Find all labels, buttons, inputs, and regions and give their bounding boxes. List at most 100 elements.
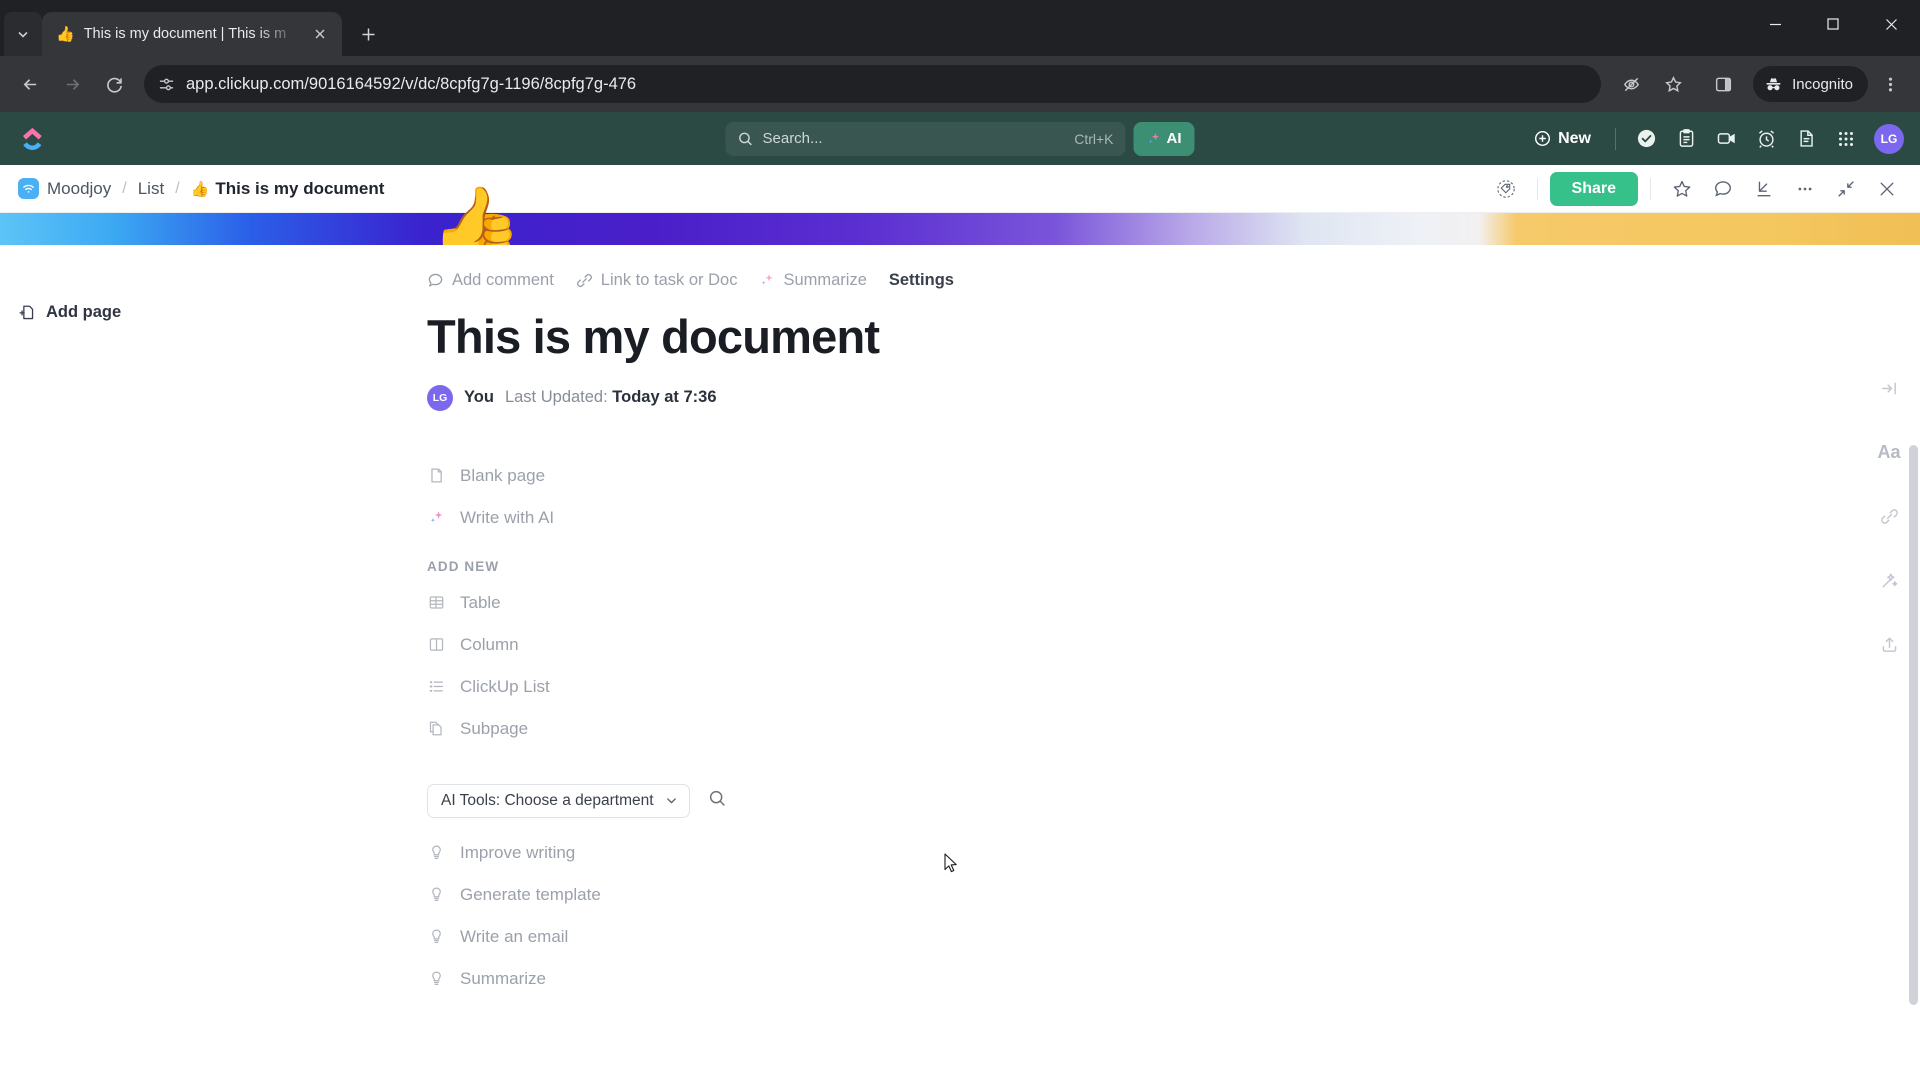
window-close-button[interactable] — [1862, 0, 1920, 48]
breadcrumb-separator: / — [175, 179, 180, 197]
lightbulb-icon — [427, 970, 446, 987]
eye-off-icon[interactable] — [1611, 64, 1651, 104]
ai-tools-search-icon[interactable] — [708, 789, 727, 813]
forward-button[interactable] — [52, 64, 92, 104]
app-header: Search... Ctrl+K AI New LG — [0, 112, 1920, 165]
ai-tool-label: Summarize — [460, 968, 546, 988]
search-placeholder: Search... — [762, 130, 823, 147]
share-export-icon[interactable] — [1872, 627, 1906, 661]
share-button[interactable]: Share — [1549, 171, 1638, 206]
doc-author-name: You — [464, 388, 494, 407]
new-button-label: New — [1558, 129, 1591, 147]
incognito-hat-icon — [1764, 75, 1783, 94]
new-button[interactable]: New — [1522, 122, 1603, 156]
breadcrumb-divider — [1650, 177, 1651, 200]
download-arrow-icon[interactable] — [1745, 170, 1783, 208]
breadcrumb-current-doc[interactable]: 👍 This is my document — [191, 179, 385, 199]
window-maximize-button[interactable] — [1804, 0, 1862, 48]
browser-menu-icon[interactable] — [1870, 64, 1910, 104]
document-icon[interactable] — [1788, 121, 1824, 157]
doc-cover-banner[interactable]: 👍 — [0, 188, 1920, 262]
add-table-label: Table — [460, 592, 501, 612]
breadcrumb-item-space[interactable]: Moodjoy — [47, 179, 111, 199]
back-button[interactable] — [10, 64, 50, 104]
video-camera-icon[interactable] — [1708, 121, 1744, 157]
ai-tool-write-an-email[interactable]: Write an email — [427, 916, 1920, 958]
side-panel-icon[interactable] — [1703, 64, 1743, 104]
tag-icon[interactable] — [1487, 170, 1525, 208]
tab-search-chevron-icon[interactable] — [4, 12, 42, 56]
bookmark-star-icon[interactable] — [1653, 64, 1693, 104]
breadcrumb-actions: Share — [1487, 170, 1906, 208]
page-icon — [427, 467, 446, 484]
ai-button[interactable]: AI — [1133, 121, 1195, 156]
reload-button[interactable] — [94, 64, 134, 104]
add-column-option[interactable]: Column — [427, 624, 1920, 666]
site-info-icon[interactable] — [158, 76, 175, 93]
doc-meta-row: LG You Last Updated: Today at 7:36 — [427, 384, 1920, 411]
comment-icon[interactable] — [1704, 170, 1742, 208]
blank-page-label: Blank page — [460, 465, 546, 485]
window-minimize-button[interactable] — [1746, 0, 1804, 48]
clipboard-icon[interactable] — [1668, 121, 1704, 157]
browser-tab-strip: 👍 This is my document | This is m — [0, 0, 1920, 56]
star-icon[interactable] — [1663, 170, 1701, 208]
add-comment-label: Add comment — [452, 270, 554, 289]
link-to-task-action[interactable]: Link to task or Doc — [576, 271, 737, 290]
ai-tools-department-select[interactable]: AI Tools: Choose a department — [427, 783, 690, 818]
search-input[interactable]: Search... Ctrl+K — [725, 121, 1126, 156]
close-x-icon[interactable] — [1868, 170, 1906, 208]
clickup-logo-icon[interactable] — [16, 122, 50, 156]
add-table-option[interactable]: Table — [427, 582, 1920, 624]
breadcrumb: Moodjoy / List / 👍 This is my document — [18, 178, 384, 199]
add-subpage-label: Subpage — [460, 718, 529, 738]
doc-author-avatar[interactable]: LG — [427, 384, 453, 411]
list-icon — [427, 678, 446, 695]
add-subpage-option[interactable]: Subpage — [427, 708, 1920, 750]
scrollbar-thumb[interactable] — [1909, 445, 1918, 1005]
doc-title[interactable]: This is my document — [427, 311, 1920, 363]
apps-grid-icon[interactable] — [1828, 121, 1864, 157]
ai-tool-label: Write an email — [460, 926, 569, 946]
link-icon — [576, 272, 593, 289]
blank-page-option[interactable]: Blank page — [427, 455, 1920, 497]
magic-wand-icon[interactable] — [1872, 563, 1906, 597]
ellipsis-icon[interactable] — [1786, 170, 1824, 208]
add-clickup-list-option[interactable]: ClickUp List — [427, 666, 1920, 708]
write-with-ai-label: Write with AI — [460, 507, 555, 527]
incognito-indicator[interactable]: Incognito — [1753, 66, 1868, 102]
font-size-icon[interactable]: Aa — [1872, 435, 1906, 469]
summarize-action[interactable]: Summarize — [759, 271, 867, 290]
ai-tool-summarize[interactable]: Summarize — [427, 958, 1920, 1000]
alarm-clock-icon[interactable] — [1748, 121, 1784, 157]
sparkle-icon — [759, 272, 775, 288]
tab-close-icon[interactable] — [308, 22, 332, 46]
ai-tool-generate-template[interactable]: Generate template — [427, 874, 1920, 916]
add-page-label: Add page — [46, 302, 122, 321]
breadcrumb-separator: / — [122, 179, 127, 197]
link-icon[interactable] — [1872, 499, 1906, 533]
header-divider — [1615, 127, 1616, 150]
page-scrollbar[interactable] — [1909, 245, 1918, 1080]
new-tab-button[interactable] — [348, 14, 388, 54]
write-with-ai-option[interactable]: Write with AI — [427, 497, 1920, 539]
collapse-arrows-icon[interactable] — [1827, 170, 1865, 208]
add-page-button[interactable]: Add page — [18, 295, 205, 329]
last-updated-prefix: Last Updated: — [504, 388, 613, 407]
chevron-down-icon — [665, 794, 678, 807]
ai-tool-improve-writing[interactable]: Improve writing — [427, 832, 1920, 874]
collapse-panel-icon[interactable] — [1872, 371, 1906, 405]
search-shortcut: Ctrl+K — [1074, 130, 1114, 147]
breadcrumb-item-list[interactable]: List — [138, 179, 164, 199]
plus-circle-icon — [1534, 130, 1551, 147]
add-comment-action[interactable]: Add comment — [427, 271, 554, 290]
space-wifi-icon[interactable] — [18, 178, 39, 199]
sparkle-icon — [1147, 131, 1162, 146]
address-bar[interactable]: app.clickup.com/9016164592/v/dc/8cpfg7g-… — [144, 65, 1602, 103]
settings-action[interactable]: Settings — [889, 271, 954, 290]
check-circle-icon[interactable] — [1628, 121, 1664, 157]
breadcrumb-doc-label: This is my document — [215, 178, 385, 198]
browser-tab[interactable]: 👍 This is my document | This is m — [42, 12, 342, 56]
add-page-icon — [18, 304, 35, 321]
user-avatar[interactable]: LG — [1874, 123, 1904, 154]
